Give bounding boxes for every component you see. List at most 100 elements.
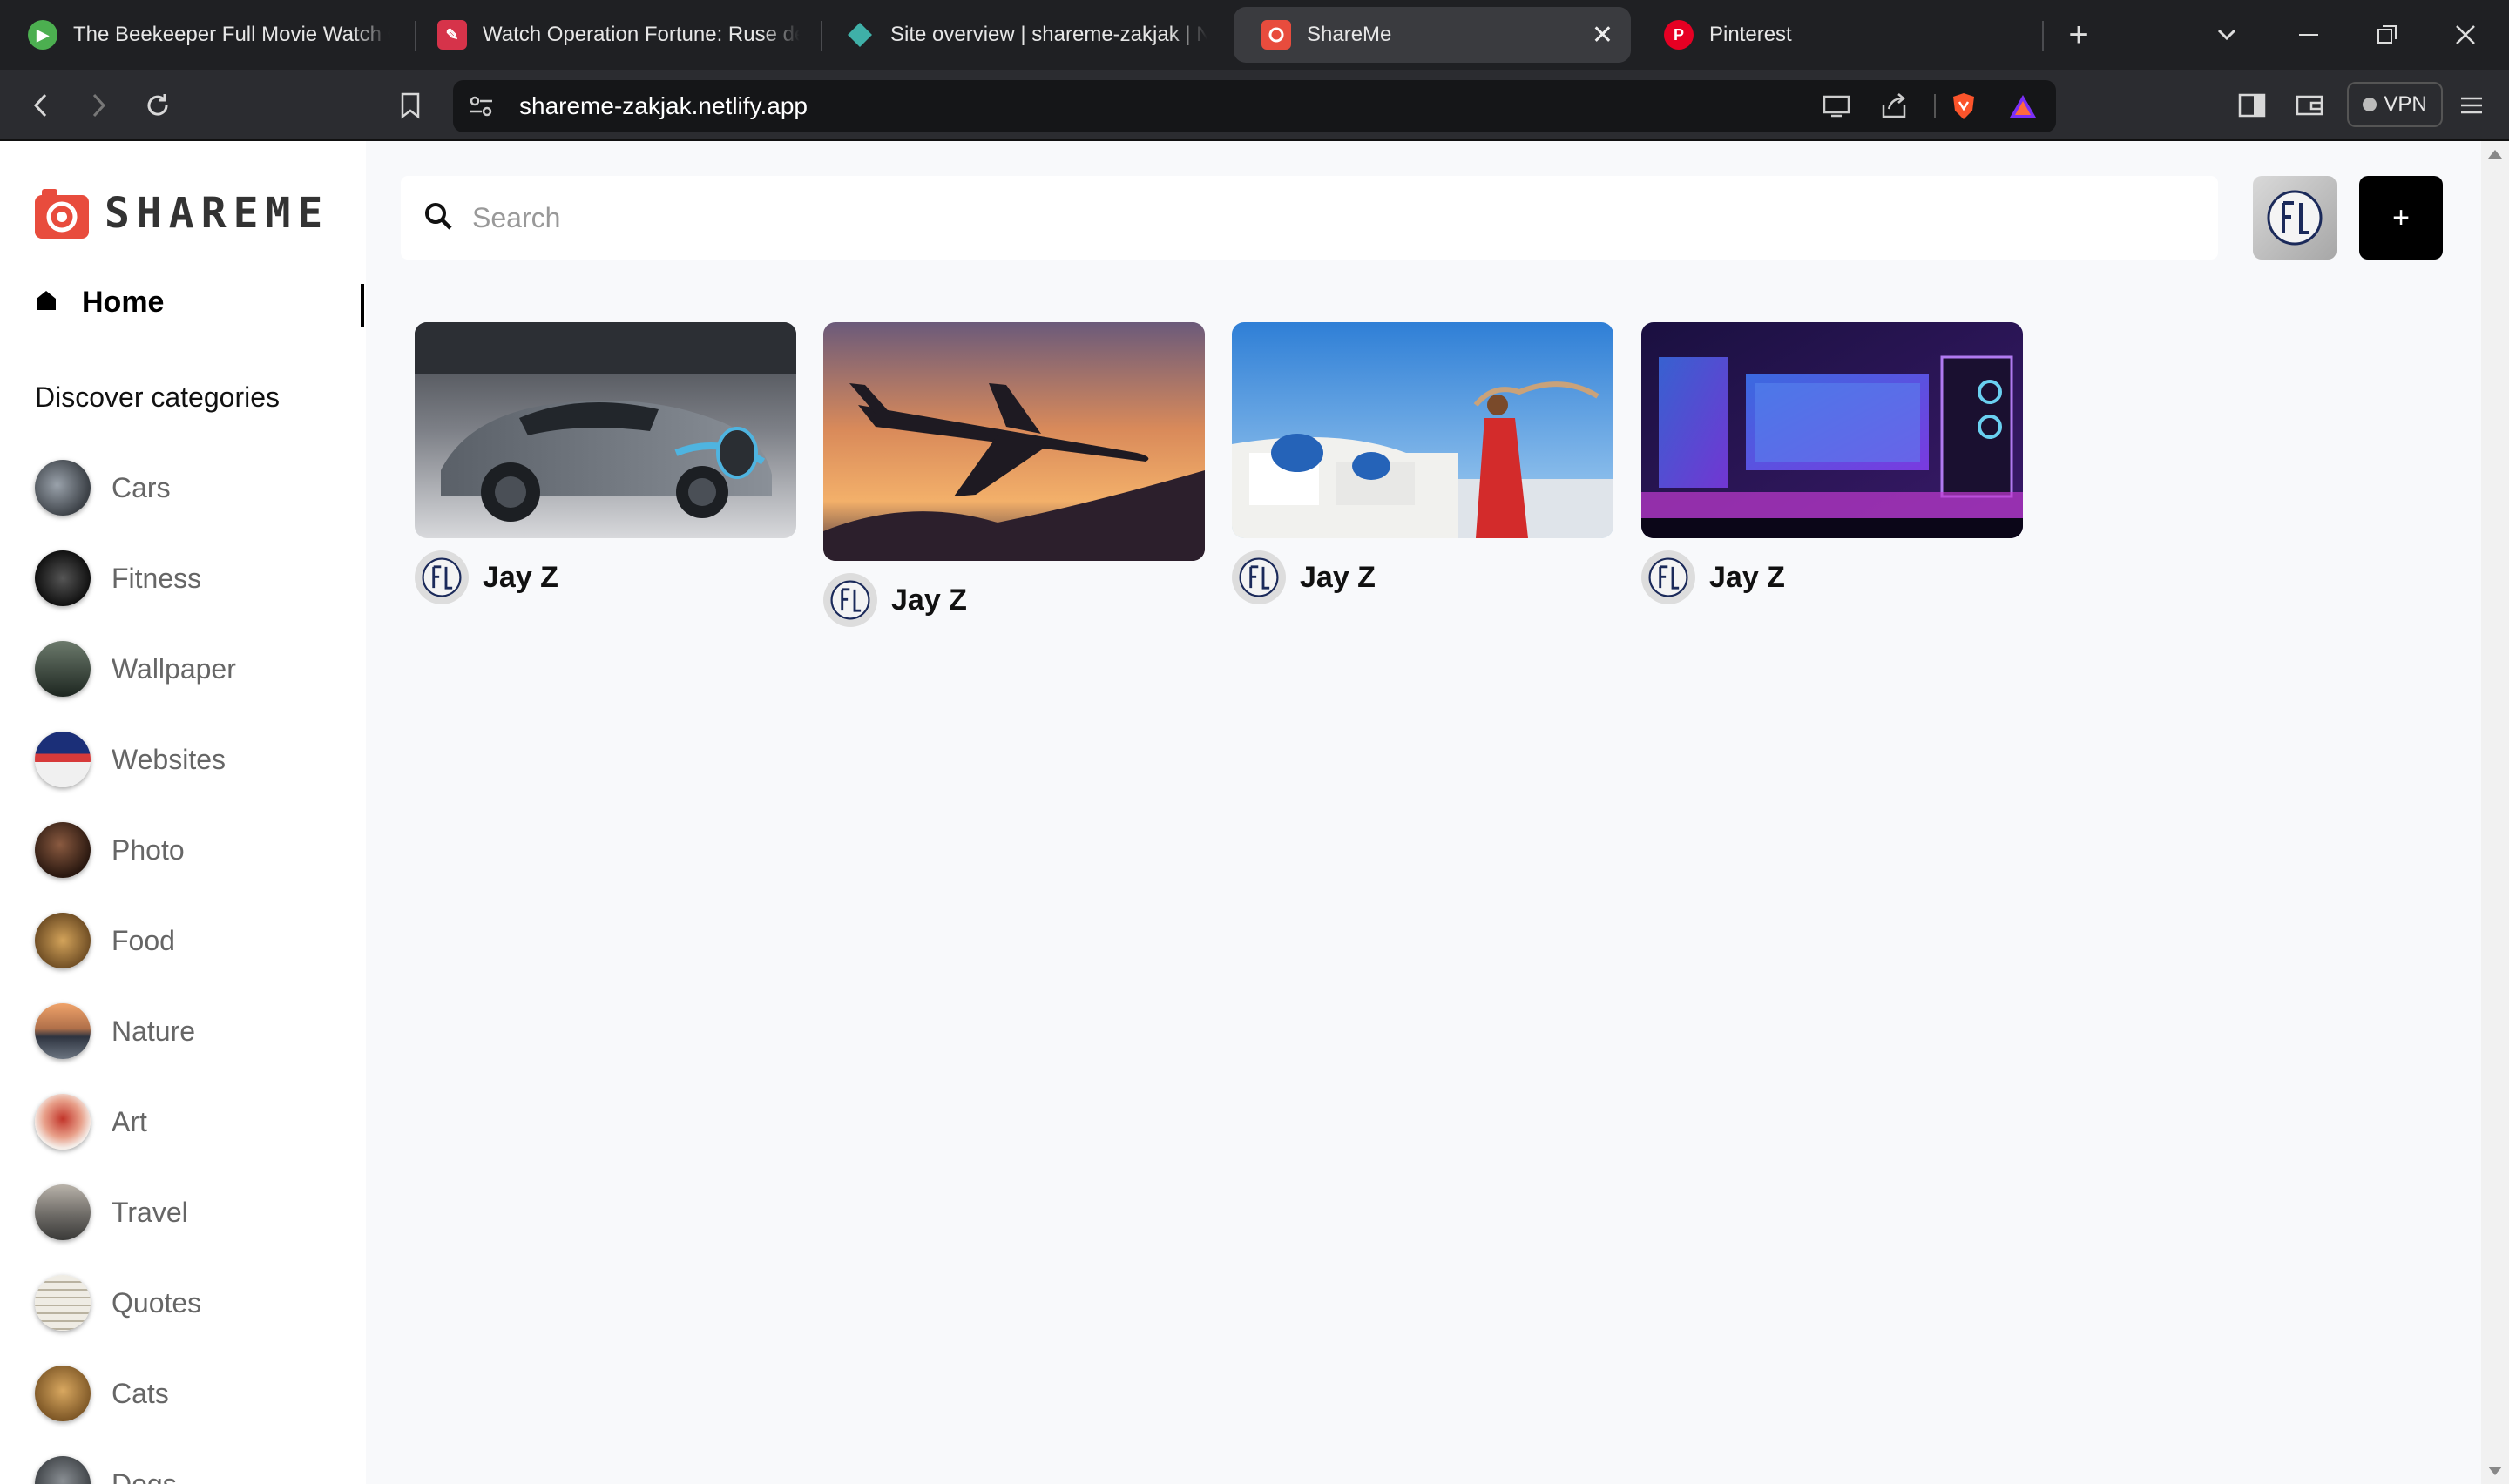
- category-label: Websites: [112, 743, 227, 775]
- category-wallpaper[interactable]: Wallpaper: [35, 641, 236, 697]
- pin-user[interactable]: Jay Z: [823, 573, 1205, 627]
- shareme-icon: [1261, 20, 1291, 50]
- play-icon: ▶: [28, 20, 57, 50]
- category-label: Nature: [112, 1015, 196, 1047]
- tab-shareme[interactable]: ShareMe ✕: [1234, 7, 1631, 63]
- sidebar-item-home[interactable]: Home: [35, 286, 164, 320]
- active-indicator: [361, 284, 364, 327]
- category-travel[interactable]: Travel: [35, 1184, 188, 1240]
- vpn-status-icon: [2363, 98, 2377, 111]
- user-avatar-small: [415, 550, 469, 604]
- category-thumbnail: [35, 460, 91, 516]
- brave-shields-icon[interactable]: [1948, 91, 1979, 122]
- netlify-icon: [845, 20, 875, 50]
- pin-user[interactable]: Jay Z: [415, 550, 796, 604]
- category-photo[interactable]: Photo: [35, 822, 185, 878]
- category-thumbnail: [35, 1003, 91, 1059]
- pin-username: Jay Z: [891, 583, 967, 617]
- tab-title: Watch Operation Fortune: Ruse de guerre: [483, 23, 800, 46]
- pin-card[interactable]: Jay Z: [1232, 322, 1613, 604]
- home-icon: [35, 286, 57, 320]
- user-avatar[interactable]: [2253, 176, 2337, 260]
- camera-icon: [33, 186, 91, 240]
- brave-rewards-icon[interactable]: [2007, 91, 2039, 122]
- pin-card[interactable]: Jay Z: [823, 322, 1205, 627]
- category-thumbnail: [35, 1275, 91, 1331]
- search-bar[interactable]: [401, 176, 2218, 260]
- tab-operation-fortune[interactable]: ✎ Watch Operation Fortune: Ruse de guerr…: [409, 7, 817, 63]
- category-label: Travel: [112, 1196, 188, 1228]
- add-pin-button[interactable]: +: [2359, 176, 2443, 260]
- category-food[interactable]: Food: [35, 913, 175, 968]
- cast-icon[interactable]: [1821, 91, 1852, 122]
- fl-monogram-icon: [2267, 190, 2323, 246]
- brush-icon: ✎: [437, 20, 467, 50]
- category-thumbnail: [35, 1456, 91, 1484]
- category-dogs[interactable]: Dogs: [35, 1456, 177, 1484]
- category-thumbnail: [35, 1094, 91, 1150]
- category-fitness[interactable]: Fitness: [35, 550, 201, 606]
- share-icon[interactable]: [1878, 91, 1910, 122]
- vpn-label: VPN: [2384, 92, 2427, 116]
- discover-categories-heading: Discover categories: [35, 381, 280, 413]
- pin-user[interactable]: Jay Z: [1232, 550, 1613, 604]
- category-thumbnail: [35, 641, 91, 697]
- pin-image-gaming-setup[interactable]: [1641, 322, 2023, 538]
- pin-card[interactable]: Jay Z: [415, 322, 796, 604]
- pin-image-santorini[interactable]: [1232, 322, 1613, 538]
- browser-tab-bar: ▶ The Beekeeper Full Movie Watch Online …: [0, 0, 2509, 70]
- pin-image-car[interactable]: [415, 322, 796, 538]
- restore-button[interactable]: [2361, 9, 2413, 61]
- close-tab-icon[interactable]: ✕: [1592, 20, 1613, 51]
- category-cars[interactable]: Cars: [35, 460, 171, 516]
- search-input[interactable]: [472, 201, 2127, 234]
- shareme-logo[interactable]: SHAREME: [33, 186, 329, 240]
- site-settings-icon[interactable]: [465, 91, 497, 122]
- pin-username: Jay Z: [1300, 560, 1376, 594]
- pin-card[interactable]: Jay Z: [1641, 322, 2023, 604]
- category-label: Food: [112, 924, 175, 956]
- wallet-icon[interactable]: [2288, 84, 2331, 127]
- tab-netlify[interactable]: Site overview | shareme-zakjak | Netlify: [817, 7, 1225, 63]
- user-avatar-small: [823, 573, 877, 627]
- category-art[interactable]: Art: [35, 1094, 147, 1150]
- category-label: Photo: [112, 833, 185, 866]
- page-scrollbar[interactable]: [2481, 141, 2509, 1484]
- new-tab-button[interactable]: +: [2053, 9, 2105, 61]
- tab-pinterest[interactable]: P Pinterest: [1636, 7, 2037, 63]
- tab-title: The Beekeeper Full Movie Watch Online: [73, 23, 390, 46]
- pin-user[interactable]: Jay Z: [1641, 550, 2023, 604]
- user-avatar-small: [1641, 550, 1695, 604]
- page-content: SHAREME Home Discover categories Cars Fi…: [0, 141, 2481, 1484]
- sidebar: SHAREME Home Discover categories Cars Fi…: [0, 141, 366, 1484]
- vpn-button[interactable]: VPN: [2347, 82, 2443, 127]
- scroll-down-icon[interactable]: [2488, 1467, 2502, 1475]
- pinterest-icon: P: [1664, 20, 1694, 50]
- category-label: Fitness: [112, 562, 202, 594]
- pin-username: Jay Z: [1709, 560, 1785, 594]
- category-websites[interactable]: Websites: [35, 732, 226, 787]
- home-label: Home: [82, 286, 165, 319]
- back-icon[interactable]: [19, 84, 63, 127]
- category-thumbnail: [35, 913, 91, 968]
- close-window-button[interactable]: [2439, 9, 2492, 61]
- pin-username: Jay Z: [483, 560, 558, 594]
- category-quotes[interactable]: Quotes: [35, 1275, 201, 1331]
- browser-toolbar: shareme-zakjak.netlify.app VPN: [0, 70, 2509, 141]
- category-thumbnail: [35, 822, 91, 878]
- tab-title: Pinterest: [1709, 23, 1792, 46]
- reload-icon[interactable]: [136, 84, 179, 127]
- category-nature[interactable]: Nature: [35, 1003, 195, 1059]
- tab-list-chevron-icon[interactable]: [2201, 9, 2253, 61]
- tab-beekeeper[interactable]: ▶ The Beekeeper Full Movie Watch Online: [0, 7, 408, 63]
- minimize-button[interactable]: [2282, 9, 2335, 61]
- scroll-up-icon[interactable]: [2488, 150, 2502, 159]
- category-cats[interactable]: Cats: [35, 1366, 169, 1421]
- menu-icon[interactable]: [2450, 84, 2493, 127]
- pin-image-airplane[interactable]: [823, 322, 1205, 561]
- bookmark-icon[interactable]: [389, 84, 432, 127]
- address-bar[interactable]: shareme-zakjak.netlify.app: [453, 80, 2056, 132]
- category-thumbnail: [35, 1184, 91, 1240]
- sidebar-toggle-icon[interactable]: [2230, 84, 2274, 127]
- forward-icon[interactable]: [77, 84, 120, 127]
